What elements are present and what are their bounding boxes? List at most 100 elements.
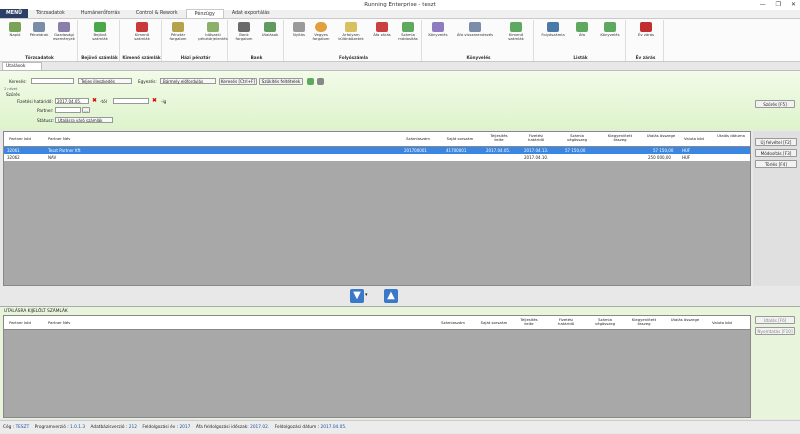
tab-humaneroforras[interactable]: Humánerőforrás	[73, 9, 128, 18]
nyitas-button[interactable]: Nyitás	[287, 22, 311, 37]
new-record-button[interactable]: Új felvétel [F2]	[755, 138, 797, 146]
vat-period: 2017.02.	[250, 425, 270, 430]
naplo-button[interactable]: Napló	[3, 22, 27, 37]
journal-icon	[9, 22, 21, 32]
exchange-rate-icon	[345, 22, 357, 32]
utalasok-button[interactable]: Utalások	[258, 22, 282, 37]
match-mode-select[interactable]: Teljes illeszkedés	[78, 78, 132, 84]
ledger-list-icon	[547, 22, 559, 32]
move-buttons: ▼ ▾ ▲	[0, 286, 800, 306]
doc-tab-label: Utalások	[6, 64, 26, 69]
szures-button[interactable]: Szűrés [F5]	[755, 100, 795, 108]
vat-reorder-icon	[469, 22, 481, 32]
status-bar: Cég : TESZT Programverzió : 1.0.1.3 Adat…	[0, 420, 800, 433]
invoice-grid: Partner kód Partner Név Számlaszám Saját…	[3, 131, 751, 286]
close-icon[interactable]: ✕	[791, 0, 796, 10]
selected-invoices-title: UTALÁSRA KIJELÖLT SZÁMLÁK	[4, 309, 68, 314]
bejovo-szamlak-button[interactable]: Bejövő számlák	[88, 22, 112, 42]
szures-label: Szűrés	[6, 92, 20, 97]
table-row[interactable]: 32062 NAV 2017.04.10. 250 000,00 HUF	[4, 154, 750, 161]
vegyes-forgalom-button[interactable]: Vegyes forgalom	[309, 22, 333, 42]
ribbon-group-bank: Bank forgalom Utalások Bank	[230, 20, 284, 61]
outgoing-booking-icon	[510, 22, 522, 32]
tab-adat-exportalas[interactable]: Adat exportálás	[224, 9, 278, 18]
search-label: Keresés:	[9, 79, 27, 84]
ribbon-group-torzsadatok: Napló Pénztárak Gazdasági események Törz…	[2, 20, 78, 61]
date-from-suffix: -tól	[100, 99, 107, 104]
utalas-button[interactable]: Utalás [F6]	[755, 316, 795, 324]
partner-input[interactable]	[55, 107, 81, 113]
ribbon: Napló Pénztárak Gazdasági események Törz…	[0, 19, 800, 62]
konyveles-button[interactable]: Könyvelés	[426, 22, 450, 37]
company-value: TESZT	[15, 425, 30, 430]
clear-date-from-icon[interactable]: ✖	[92, 98, 97, 104]
window-controls: — ❐ ✕	[760, 0, 796, 10]
events-icon	[58, 22, 70, 32]
fizetesi-hatarido-label: Fizetési határidő:	[17, 99, 53, 104]
clear-date-to-icon[interactable]: ✖	[152, 98, 157, 104]
cashbox-icon	[33, 22, 45, 32]
tab-penzugy[interactable]: Pénzügy	[185, 9, 224, 18]
search-button[interactable]: Keresés [Ctrl+F]	[219, 78, 257, 85]
search-input[interactable]	[31, 78, 74, 84]
view-count-label: 2 nézet	[4, 87, 18, 91]
ribbon-tabs: MENÜ Törzsadatok Humánerőforrás Control …	[0, 9, 800, 19]
grid-header: Partner kód Partner Név Számlaszám Saját…	[4, 132, 750, 147]
move-up-icon[interactable]: ▲	[384, 289, 398, 303]
doc-tab-utalasok[interactable]: Utalások	[2, 62, 42, 70]
maximize-icon[interactable]: ❐	[776, 0, 781, 10]
filter-panel: Keresés: Teljes illeszkedés Egyezés: Bár…	[0, 70, 800, 130]
afa-zaras-button[interactable]: Áfa zárás	[370, 22, 394, 37]
table-row[interactable]: 32061 Teszt Partner Kft 201700001 417000…	[4, 147, 750, 154]
invoice-edit-icon	[402, 22, 414, 32]
transfer-icon	[264, 22, 276, 32]
menu-button[interactable]: MENÜ	[0, 9, 28, 18]
cash-register-icon	[172, 22, 184, 32]
grid-header: Partner kód Partner Név Számlaszám Saját…	[4, 316, 750, 330]
booking-icon	[432, 22, 444, 32]
open-icon	[293, 22, 305, 32]
ribbon-group-listak: Folyószámla Áfa Könyvelés Listák	[536, 20, 626, 61]
date-to-input[interactable]	[113, 98, 149, 104]
vat-list-icon	[576, 22, 588, 32]
lista-afa-button[interactable]: Áfa	[570, 22, 594, 37]
penztar-forgalom-button[interactable]: Pénztár forgalom	[166, 22, 190, 42]
tab-torzsadatok[interactable]: Törzsadatok	[28, 9, 73, 18]
edit-button[interactable]: Módosítás [F3]	[755, 149, 797, 157]
partner-label: Partner:	[37, 108, 54, 113]
export-icon[interactable]	[317, 78, 324, 85]
idoszaki-penztarjelentes-button[interactable]: Időszaki pénztárjelentés	[198, 22, 228, 42]
kimeno-szamlak-button[interactable]: Kimenő számlák	[130, 22, 154, 42]
statusz-select[interactable]: Utalásra váró számlák	[55, 117, 113, 123]
vat-close-icon	[376, 22, 388, 32]
egyezes-select[interactable]: Bármely előfordulás	[160, 78, 216, 84]
refresh-icon[interactable]	[307, 78, 314, 85]
lista-folyoszamla-button[interactable]: Folyószámla	[538, 22, 568, 37]
date-to-suffix: -ig	[161, 99, 167, 104]
move-down-icon[interactable]: ▼	[350, 289, 364, 303]
afa-visszarendezes-button[interactable]: Áfa visszarendezés	[452, 22, 498, 37]
date-from-input[interactable]: 2017.04.05.	[55, 98, 89, 104]
szamla-modositas-button[interactable]: Számla módosítás	[394, 22, 422, 42]
move-down-dropdown-icon[interactable]: ▾	[365, 292, 368, 298]
ribbon-group-bejovo: Bejövő számlák Bejövő számlák	[80, 20, 120, 61]
ev-zaras-button[interactable]: Év zárás	[634, 22, 658, 37]
egyezes-label: Egyezés:	[138, 79, 157, 84]
arfolyam-kulonbozetek-button[interactable]: Arfolyam különbözetek	[334, 22, 368, 42]
print-button[interactable]: Nyomtatás [F10]	[755, 327, 795, 335]
konyveles-kimeno-szamlak-button[interactable]: Kimenő számlák	[502, 22, 530, 42]
bank-forgalom-button[interactable]: Bank forgalom	[232, 22, 256, 42]
outgoing-invoice-icon	[136, 22, 148, 32]
penztarak-button[interactable]: Pénztárak	[27, 22, 51, 37]
delete-button[interactable]: Törlés [F4]	[755, 160, 797, 168]
processing-year: 2017	[179, 425, 191, 430]
szukites-button[interactable]: Szűkítés feltételek	[259, 78, 303, 85]
tab-control-rework[interactable]: Control & Rework	[128, 9, 186, 18]
db-version: 212	[128, 425, 137, 430]
minimize-icon[interactable]: —	[760, 0, 766, 10]
partner-lookup-button[interactable]: …	[82, 107, 90, 113]
side-panel: Új felvétel [F2] Módosítás [F3] Törlés […	[753, 131, 800, 286]
gazdasagi-esemenyek-button[interactable]: Gazdasági események	[52, 22, 76, 42]
lista-konyveles-button[interactable]: Könyvelés	[596, 22, 624, 37]
calendar-icon	[640, 22, 652, 32]
